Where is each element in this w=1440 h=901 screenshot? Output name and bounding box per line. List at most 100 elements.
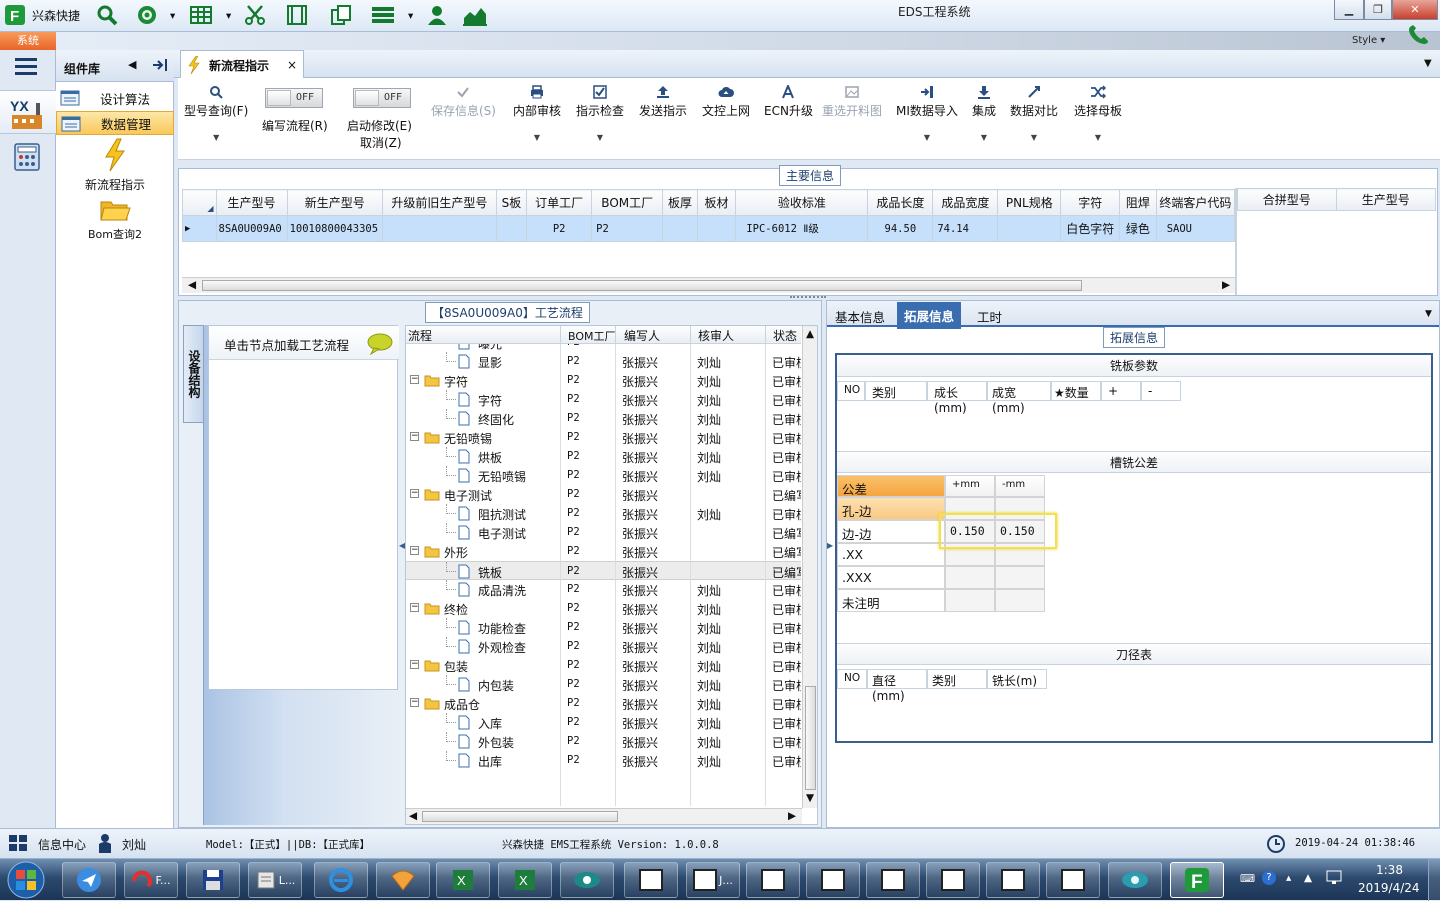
table-cell[interactable]: 10010800043305 (286, 215, 384, 242)
tree-node-row[interactable]: 内包装 P2 张振兴 刘灿 已审核 (406, 675, 801, 694)
style-menu[interactable]: Style ▾ (1352, 35, 1385, 46)
table-cell[interactable]: 绿色 (1119, 215, 1157, 242)
tree-collapse-toggle[interactable]: − (410, 603, 419, 612)
col-header[interactable]: 铣长(m) (987, 669, 1047, 689)
table-icon[interactable] (188, 3, 214, 27)
table-cell[interactable] (662, 215, 698, 242)
search-icon[interactable] (94, 3, 120, 27)
scroll-right-icon[interactable]: ▶ (1222, 279, 1230, 291)
tree-group-row[interactable]: − 终检 P2 张振兴 刘灿 已审核 (406, 599, 801, 618)
col-header[interactable]: PNL规格 (997, 189, 1062, 216)
tree-group-row[interactable]: − 外形 P2 张振兴 已编写 (406, 542, 801, 561)
table-cell[interactable] (382, 215, 497, 242)
table-cell[interactable] (495, 215, 528, 242)
vertical-scrollbar[interactable]: ▲ ▼ (802, 326, 817, 808)
col-header[interactable]: 升级前旧生产型号 (382, 189, 497, 216)
windows-grid-icon[interactable] (8, 834, 28, 852)
show-desktop-button[interactable] (1428, 859, 1440, 901)
tree-collapse-toggle[interactable]: − (410, 546, 419, 555)
col-header[interactable]: 阻焊 (1119, 189, 1157, 216)
select-motherboard-button[interactable]: 选择母板 ▼ (1074, 82, 1122, 142)
send-instruction-button[interactable]: 发送指示 (639, 82, 687, 119)
new-flow-instruction-item[interactable]: 新流程指示 (56, 138, 174, 193)
table-cell[interactable]: 94.50 (867, 215, 934, 242)
info-center-link[interactable]: 信息中心 (38, 836, 86, 853)
node-load-area[interactable]: 单击节点加载工艺流程 (208, 325, 399, 690)
tree-group-row[interactable]: − 电子测试 P2 张振兴 已编写 (406, 485, 801, 504)
tree-collapse-toggle[interactable]: − (410, 660, 419, 669)
col-header[interactable]: S板 (495, 189, 528, 216)
table-cell[interactable]: 8SA0U009A0 (215, 215, 288, 242)
scrollbar-thumb[interactable] (422, 811, 618, 822)
tab-list-dropdown-icon[interactable]: ▼ (1424, 58, 1432, 69)
taskbar-bird-app[interactable] (62, 862, 116, 898)
col-header[interactable]: 核审人 (698, 327, 734, 344)
col-header[interactable]: NO (837, 669, 867, 689)
add-row-button[interactable]: + (1101, 381, 1141, 401)
dropdown-arrow-icon[interactable]: ▾ (170, 10, 175, 22)
start-button[interactable] (4, 860, 48, 900)
table-cell[interactable]: 白色字符 (1060, 215, 1121, 242)
col-header[interactable]: 直径(mm) (867, 669, 927, 703)
tolerance-value-input[interactable] (995, 589, 1045, 612)
minimize-button[interactable]: ▁ (1334, 0, 1364, 20)
tree-node-row[interactable]: 终固化 P2 张振兴 刘灿 已审核 (406, 409, 801, 428)
save-info-button[interactable]: 保存信息(S) (431, 82, 496, 119)
taskbar-window-1[interactable]: ✕ (624, 862, 678, 898)
tab-dropdown-icon[interactable]: ▼ (1425, 309, 1432, 319)
scrollbar-thumb[interactable] (805, 686, 816, 790)
taskbar-window-2[interactable]: ✕ J... (686, 862, 740, 898)
monitor-icon[interactable] (1326, 869, 1342, 885)
col-header[interactable]: 成品长度 (867, 189, 934, 216)
dropdown-arrow-icon[interactable]: ▾ (408, 10, 413, 22)
instruction-check-button[interactable]: 指示检查 ▼ (576, 82, 624, 142)
col-header[interactable]: 成宽(mm) (987, 381, 1051, 415)
scissors-icon[interactable] (242, 3, 268, 27)
tree-node-row[interactable]: 电子测试 P2 张振兴 已编写 (406, 523, 801, 542)
reselect-cutting-button[interactable]: 重选开料图 (822, 82, 882, 119)
tree-node-row[interactable]: 外观检查 P2 张振兴 刘灿 已审核 (406, 637, 801, 656)
taskbar-window-4[interactable]: ✕ (806, 862, 860, 898)
taskbar-eye-app[interactable] (560, 862, 614, 898)
col-header[interactable]: 字符 (1060, 189, 1121, 216)
tree-group-row[interactable]: − 无铅喷锡 P2 张振兴 刘灿 已审核 (406, 428, 801, 447)
taskbar-window-5[interactable]: ✕ (866, 862, 920, 898)
hamburger-menu-icon[interactable] (12, 54, 42, 78)
tree-group-row[interactable]: − 成品仓 P2 张振兴 刘灿 已审核 (406, 694, 801, 713)
tolerance-value-input[interactable] (945, 566, 995, 589)
tree-node-row[interactable]: 外包装 P2 张振兴 刘灿 已审核 (406, 732, 801, 751)
table-cell[interactable] (696, 215, 737, 242)
tree-group-row[interactable]: − 字符 P2 张振兴 刘灿 已审核 (406, 371, 801, 390)
collapse-left-icon[interactable]: ◀ (128, 58, 136, 71)
scrollbar-thumb[interactable] (202, 280, 1082, 291)
table-cell[interactable]: 74.14 (932, 215, 999, 242)
col-header[interactable]: NO (837, 381, 865, 401)
col-header[interactable]: 成品宽度 (932, 189, 999, 216)
col-header[interactable]: 编写人 (624, 327, 660, 344)
scroll-left-icon[interactable]: ◀ (188, 279, 196, 291)
splitter-arrow-icon[interactable]: ▶ (827, 541, 833, 557)
tray-expand-icon[interactable]: ▴ (1286, 872, 1291, 884)
dropdown-arrow-icon[interactable]: ▼ (513, 133, 561, 142)
dropdown-arrow-icon[interactable]: ▾ (226, 10, 231, 22)
phone-icon[interactable] (1406, 24, 1432, 46)
film-icon[interactable] (284, 3, 310, 27)
tolerance-value-input[interactable] (995, 566, 1045, 589)
taskbar-window-8[interactable]: ✕ (1046, 862, 1100, 898)
data-compare-button[interactable]: 数据对比 ▼ (1010, 82, 1058, 142)
taskbar-window-6[interactable]: ✕ (926, 862, 980, 898)
tree-node-row[interactable]: 烘板 P2 张振兴 刘灿 已审核 (406, 447, 801, 466)
tab-work-hours[interactable]: 工时 (977, 307, 1002, 326)
internal-review-button[interactable]: 内部审核 ▼ (513, 82, 561, 142)
doc-control-online-button[interactable]: 文控上网 (702, 82, 750, 119)
horizontal-scrollbar[interactable]: ◀ ▶ (406, 808, 802, 824)
tree-node-row[interactable]: 入库 P2 张振兴 刘灿 已审核 (406, 713, 801, 732)
tolerance-value-input[interactable] (945, 589, 995, 612)
tab-extended-info[interactable]: 拓展信息 (897, 302, 962, 329)
scroll-left-icon[interactable]: ◀ (409, 810, 417, 822)
tab-basic-info[interactable]: 基本信息 (835, 307, 885, 326)
scroll-up-icon[interactable]: ▲ (806, 328, 814, 340)
scroll-down-icon[interactable]: ▼ (806, 792, 814, 804)
col-header[interactable]: 板材 (696, 189, 737, 216)
taskbar-ie-app[interactable] (314, 862, 368, 898)
